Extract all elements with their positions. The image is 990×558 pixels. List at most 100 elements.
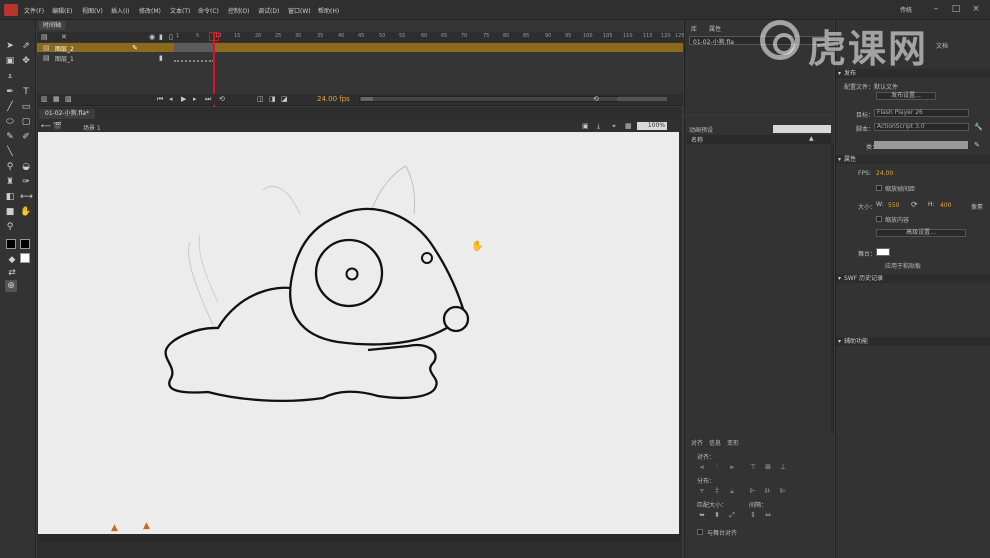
timeline-scrollbar[interactable] <box>359 96 619 102</box>
rectangle-tool-icon[interactable]: ▭ <box>20 101 32 113</box>
new-folder-icon[interactable]: ▦ <box>53 95 60 103</box>
center-frame-icon[interactable]: ⟲ <box>593 95 599 103</box>
paint-bucket-tool-icon[interactable]: ◒ <box>20 161 32 173</box>
width-tool-icon[interactable]: ⟷ <box>20 191 33 203</box>
lock-icon[interactable]: ▮ <box>159 54 163 62</box>
menu-file[interactable]: 文件(F) <box>24 6 44 15</box>
clip-content-icon[interactable]: ⤓ <box>597 122 600 131</box>
menu-commands[interactable]: 命令(C) <box>198 6 219 15</box>
zoom-tool-icon[interactable]: ⚲ <box>4 221 16 233</box>
match-width-icon[interactable]: ⬌ <box>697 511 707 519</box>
menu-edit[interactable]: 编辑(E) <box>52 6 72 15</box>
document-tab[interactable]: 01-02-小狗.fla* <box>39 109 95 119</box>
loop-icon[interactable]: ⟲ <box>219 95 225 103</box>
class-input[interactable] <box>874 141 968 149</box>
back-arrow-icon[interactable]: ⟵ <box>41 122 51 130</box>
layer-name[interactable]: 图层_1 <box>55 54 74 63</box>
edit-scene-icon[interactable]: ▦ <box>625 122 632 130</box>
vertical-scrollbar[interactable] <box>680 132 682 534</box>
height-value[interactable]: 400 <box>940 202 951 209</box>
distribute-right-icon[interactable]: ⊫ <box>778 487 788 495</box>
pencil-tool-icon[interactable]: ✎ <box>4 131 16 143</box>
line-tool-icon[interactable]: ╱ <box>4 101 16 113</box>
fill-color-swatch[interactable] <box>20 239 30 249</box>
properties-section[interactable]: 属性 <box>836 155 990 164</box>
library-tab[interactable]: 库 <box>691 24 697 33</box>
menu-text[interactable]: 文本(T) <box>170 6 190 15</box>
new-layer-icon[interactable]: ▥ <box>41 95 48 103</box>
align-right-icon[interactable]: ⫸ <box>727 463 737 471</box>
scene-label[interactable]: 场景 1 <box>83 123 101 132</box>
layer-frames[interactable] <box>174 53 214 62</box>
swf-history-section[interactable]: SWF 历史记录 <box>836 274 990 283</box>
match-both-icon[interactable]: ⤢ <box>727 511 737 519</box>
align-left-icon[interactable]: ⫷ <box>697 463 707 471</box>
publish-settings-button[interactable]: 发布设置... <box>876 92 936 100</box>
advanced-settings-button[interactable]: 高级设置... <box>876 229 966 237</box>
motion-search-input[interactable] <box>773 125 831 133</box>
distribute-bottom-icon[interactable]: ⫨ <box>727 487 737 495</box>
distribute-left-icon[interactable]: ⊩ <box>748 487 758 495</box>
menu-debug[interactable]: 调试(D) <box>258 6 279 15</box>
width-value[interactable]: 550 <box>888 202 899 209</box>
delete-layer-icon[interactable]: ▨ <box>65 95 72 103</box>
close-icon[interactable]: × <box>970 4 982 14</box>
info-tab[interactable]: 信息 <box>709 438 721 447</box>
camera-icon[interactable]: ▣ <box>582 122 589 130</box>
prev-frame-icon[interactable]: ◂ <box>169 95 173 103</box>
fps-value[interactable]: 24.00 <box>876 170 893 177</box>
subselection-tool-icon[interactable]: ⇗ <box>20 40 32 52</box>
space-horizontal-icon[interactable]: ⇔ <box>763 511 773 519</box>
minimize-icon[interactable]: – <box>930 4 942 14</box>
menu-view[interactable]: 视图(V) <box>82 6 103 15</box>
layer-row-2[interactable]: ▤ 图层_2 ✎ <box>37 43 683 53</box>
pen-tool-icon[interactable]: ✒ <box>4 86 16 98</box>
first-frame-icon[interactable]: ⏮ <box>157 95 163 104</box>
motion-presets-tab[interactable]: 动画预设 <box>689 125 713 134</box>
stage-canvas[interactable]: ✋ <box>38 132 679 534</box>
menu-modify[interactable]: 修改(M) <box>139 6 161 15</box>
3d-rotation-tool-icon[interactable]: ✥ <box>20 55 32 67</box>
target-dropdown[interactable]: Flash Player 26 <box>874 109 969 117</box>
stroke-color-swatch[interactable] <box>6 239 16 249</box>
selection-tool-icon[interactable]: ➤ <box>4 40 16 52</box>
center-stage-icon[interactable]: ⌖ <box>612 122 616 131</box>
motion-scrollbar[interactable] <box>831 144 834 434</box>
paint-brush-tool-icon[interactable]: ╲ <box>4 146 16 158</box>
distribute-vcenter-icon[interactable]: ⫩ <box>712 487 722 495</box>
last-frame-icon[interactable]: ⏭ <box>205 95 211 104</box>
oval-tool-icon[interactable]: ⬭ <box>4 116 16 128</box>
eyedropper-tool-icon[interactable]: ✑ <box>20 176 32 188</box>
link-icon[interactable]: ⟳ <box>911 200 918 209</box>
brush-tool-icon[interactable]: ✐ <box>20 131 32 143</box>
outline-icon[interactable]: ▯ <box>169 33 173 41</box>
horizontal-scrollbar[interactable] <box>37 534 680 542</box>
fill-white-swatch[interactable] <box>20 253 30 263</box>
menu-control[interactable]: 控制(O) <box>228 6 249 15</box>
text-tool-icon[interactable]: T <box>20 86 32 98</box>
sort-icon[interactable]: ▲ <box>809 135 814 142</box>
scale-frames-checkbox[interactable] <box>876 185 882 191</box>
align-bottom-icon[interactable]: ⊥ <box>778 463 788 471</box>
align-top-icon[interactable]: ⊤ <box>748 463 758 471</box>
workspace-switcher[interactable]: 传统 <box>900 5 912 14</box>
polystar-tool-icon[interactable]: ▢ <box>20 116 32 128</box>
wrench-icon[interactable]: 🔧 <box>974 123 983 131</box>
fill-color-icon[interactable]: ◆ <box>6 254 18 266</box>
scale-content-checkbox[interactable] <box>876 216 882 222</box>
align-tab[interactable]: 对齐 <box>691 438 703 447</box>
align-to-stage-checkbox[interactable] <box>697 529 703 535</box>
name-column[interactable]: 名称 <box>691 135 703 144</box>
fps-readout[interactable]: 24.00 fps <box>317 95 350 103</box>
frame-zoom-slider[interactable] <box>617 97 667 101</box>
timeline-tab[interactable]: 时间轴 <box>39 21 66 30</box>
align-hcenter-icon[interactable]: ⫶ <box>712 463 722 471</box>
menu-insert[interactable]: 插入(I) <box>111 6 129 15</box>
layer-name[interactable]: 图层_2 <box>55 44 74 53</box>
camera-tool-icon[interactable]: ■ <box>4 206 16 218</box>
next-frame-icon[interactable]: ▸ <box>193 95 197 103</box>
eye-icon[interactable]: ◉ <box>149 33 155 41</box>
lasso-tool-icon[interactable]: ᦸ <box>4 70 16 82</box>
menu-help[interactable]: 帮助(H) <box>318 6 339 15</box>
delete-layer-icon[interactable]: ✕ <box>61 33 67 41</box>
